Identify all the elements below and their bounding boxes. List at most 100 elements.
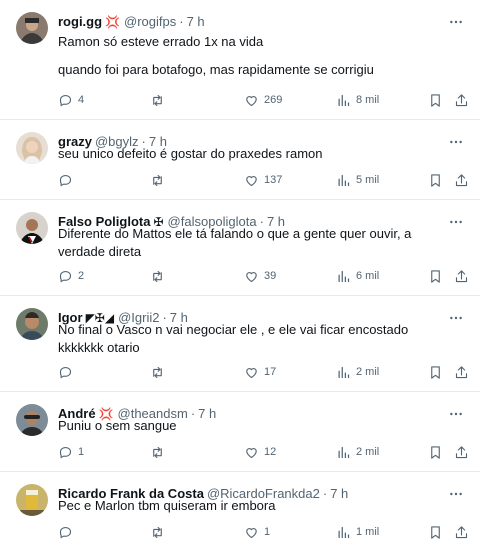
retweet-button[interactable] [150, 91, 170, 109]
retweet-button[interactable] [150, 267, 170, 285]
bookmark-button[interactable] [428, 443, 443, 461]
action-bar: 17 2 mil [58, 363, 466, 381]
retweet-button[interactable] [150, 443, 170, 461]
share-icon [454, 173, 469, 188]
reply-icon [58, 365, 73, 380]
bookmark-button[interactable] [428, 523, 443, 541]
bookmark-icon [428, 93, 443, 108]
bookmark-icon [428, 173, 443, 188]
share-button[interactable] [454, 363, 469, 381]
action-bar: 2 39 6 mil [58, 267, 466, 285]
bookmark-icon [428, 445, 443, 460]
avatar[interactable] [16, 212, 48, 244]
like-button[interactable]: 17 [244, 363, 276, 381]
reply-tweet[interactable]: rogi.gg 💢 @rogifps · 7 h Ramon só esteve… [0, 0, 480, 120]
avatar[interactable] [16, 12, 48, 44]
reply-button[interactable]: 1 [58, 443, 84, 461]
share-button[interactable] [454, 171, 469, 189]
share-button[interactable] [454, 267, 469, 285]
reply-button[interactable] [58, 363, 78, 381]
view-count: 6 mil [356, 270, 380, 282]
reply-tweet[interactable]: Igor ◤✠◢ @Igrii2 · 7 h No final o Vasco … [0, 296, 480, 392]
tweet-text-line: No final o Vasco n vai negociar ele , e … [58, 322, 409, 355]
tweet-text-line: Pec e Marlon tbm quiseram ir embora [58, 498, 276, 513]
reply-tweet[interactable]: André 💢 @theandsm · 7 h Puniu o sem sang… [0, 392, 480, 472]
more-icon[interactable] [448, 14, 464, 30]
timestamp[interactable]: 7 h [187, 13, 205, 31]
like-button[interactable]: 137 [244, 171, 282, 189]
like-count: 39 [264, 270, 277, 282]
reply-tweet[interactable]: Falso Poliglota ✠ @falsopoliglota · 7 h … [0, 200, 480, 296]
reply-count: 1 [78, 446, 85, 458]
views-button[interactable]: 8 mil [336, 91, 379, 109]
retweet-button[interactable] [150, 363, 170, 381]
view-count: 1 mil [356, 526, 380, 538]
like-button[interactable]: 1 [244, 523, 270, 541]
bookmark-button[interactable] [428, 267, 443, 285]
retweet-icon [150, 173, 165, 188]
action-bar: 137 5 mil [58, 171, 466, 189]
reply-icon [58, 269, 73, 284]
reply-count: 2 [78, 270, 85, 282]
reply-count: 4 [78, 94, 85, 106]
tweet-text-line: seu unico defeito é gostar do praxedes r… [58, 146, 323, 161]
share-button[interactable] [454, 91, 469, 109]
views-button[interactable]: 2 mil [336, 363, 379, 381]
tweet-header: rogi.gg 💢 @rogifps · 7 h [58, 13, 440, 31]
share-icon [454, 365, 469, 380]
like-button[interactable]: 269 [244, 91, 282, 109]
like-button[interactable]: 12 [244, 443, 276, 461]
reply-icon [58, 93, 73, 108]
views-bar-chart-icon [336, 173, 351, 188]
bookmark-button[interactable] [428, 91, 443, 109]
tweet-text: seu unico defeito é gostar do praxedes r… [58, 145, 460, 163]
bookmark-button[interactable] [428, 171, 443, 189]
views-button[interactable]: 2 mil [336, 443, 379, 461]
tweet-text-line: quando foi para botafogo, mas rapidament… [58, 62, 374, 77]
reply-button[interactable]: 4 [58, 91, 84, 109]
tweet-text-line: Puniu o sem sangue [58, 418, 177, 433]
like-button[interactable]: 39 [244, 267, 276, 285]
retweet-button[interactable] [150, 523, 170, 541]
bookmark-icon [428, 525, 443, 540]
tweet-text: Pec e Marlon tbm quiseram ir embora [58, 497, 460, 515]
reply-tweet[interactable]: Ricardo Frank da Costa @RicardoFrankda2 … [0, 472, 480, 560]
view-count: 2 mil [356, 366, 380, 378]
share-icon [454, 93, 469, 108]
bookmark-button[interactable] [428, 363, 443, 381]
retweet-icon [150, 525, 165, 540]
views-bar-chart-icon [336, 93, 351, 108]
like-count: 17 [264, 366, 277, 378]
share-button[interactable] [454, 523, 469, 541]
reply-button[interactable] [58, 523, 78, 541]
reply-button[interactable]: 2 [58, 267, 84, 285]
display-name[interactable]: rogi.gg [58, 13, 102, 31]
heart-icon [244, 445, 259, 460]
avatar[interactable] [16, 132, 48, 164]
reply-button[interactable] [58, 171, 78, 189]
separator-dot: · [179, 14, 184, 29]
retweet-button[interactable] [150, 171, 170, 189]
views-button[interactable]: 1 mil [336, 523, 379, 541]
views-button[interactable]: 6 mil [336, 267, 379, 285]
heart-icon [244, 269, 259, 284]
tweet-text: Ramon só esteve errado 1x na vida quando… [58, 33, 460, 79]
retweet-icon [150, 93, 165, 108]
like-count: 137 [264, 174, 283, 186]
heart-icon [244, 525, 259, 540]
heart-icon [244, 93, 259, 108]
reply-tweet[interactable]: grazy @bgylz · 7 h seu unico defeito é g… [0, 120, 480, 200]
tweet-text: Diferente do Mattos ele tá falando o que… [58, 225, 452, 261]
avatar[interactable] [16, 484, 48, 516]
share-button[interactable] [454, 443, 469, 461]
user-handle[interactable]: @rogifps [124, 13, 176, 31]
avatar[interactable] [16, 404, 48, 436]
more-icon[interactable] [448, 310, 464, 326]
tweet-text: Puniu o sem sangue [58, 417, 460, 435]
action-bar: 1 1 mil [58, 523, 466, 541]
avatar[interactable] [16, 308, 48, 340]
share-icon [454, 445, 469, 460]
views-button[interactable]: 5 mil [336, 171, 379, 189]
action-bar: 4 269 8 mil [58, 91, 466, 109]
tweet-text-line: Ramon só esteve errado 1x na vida [58, 34, 264, 49]
